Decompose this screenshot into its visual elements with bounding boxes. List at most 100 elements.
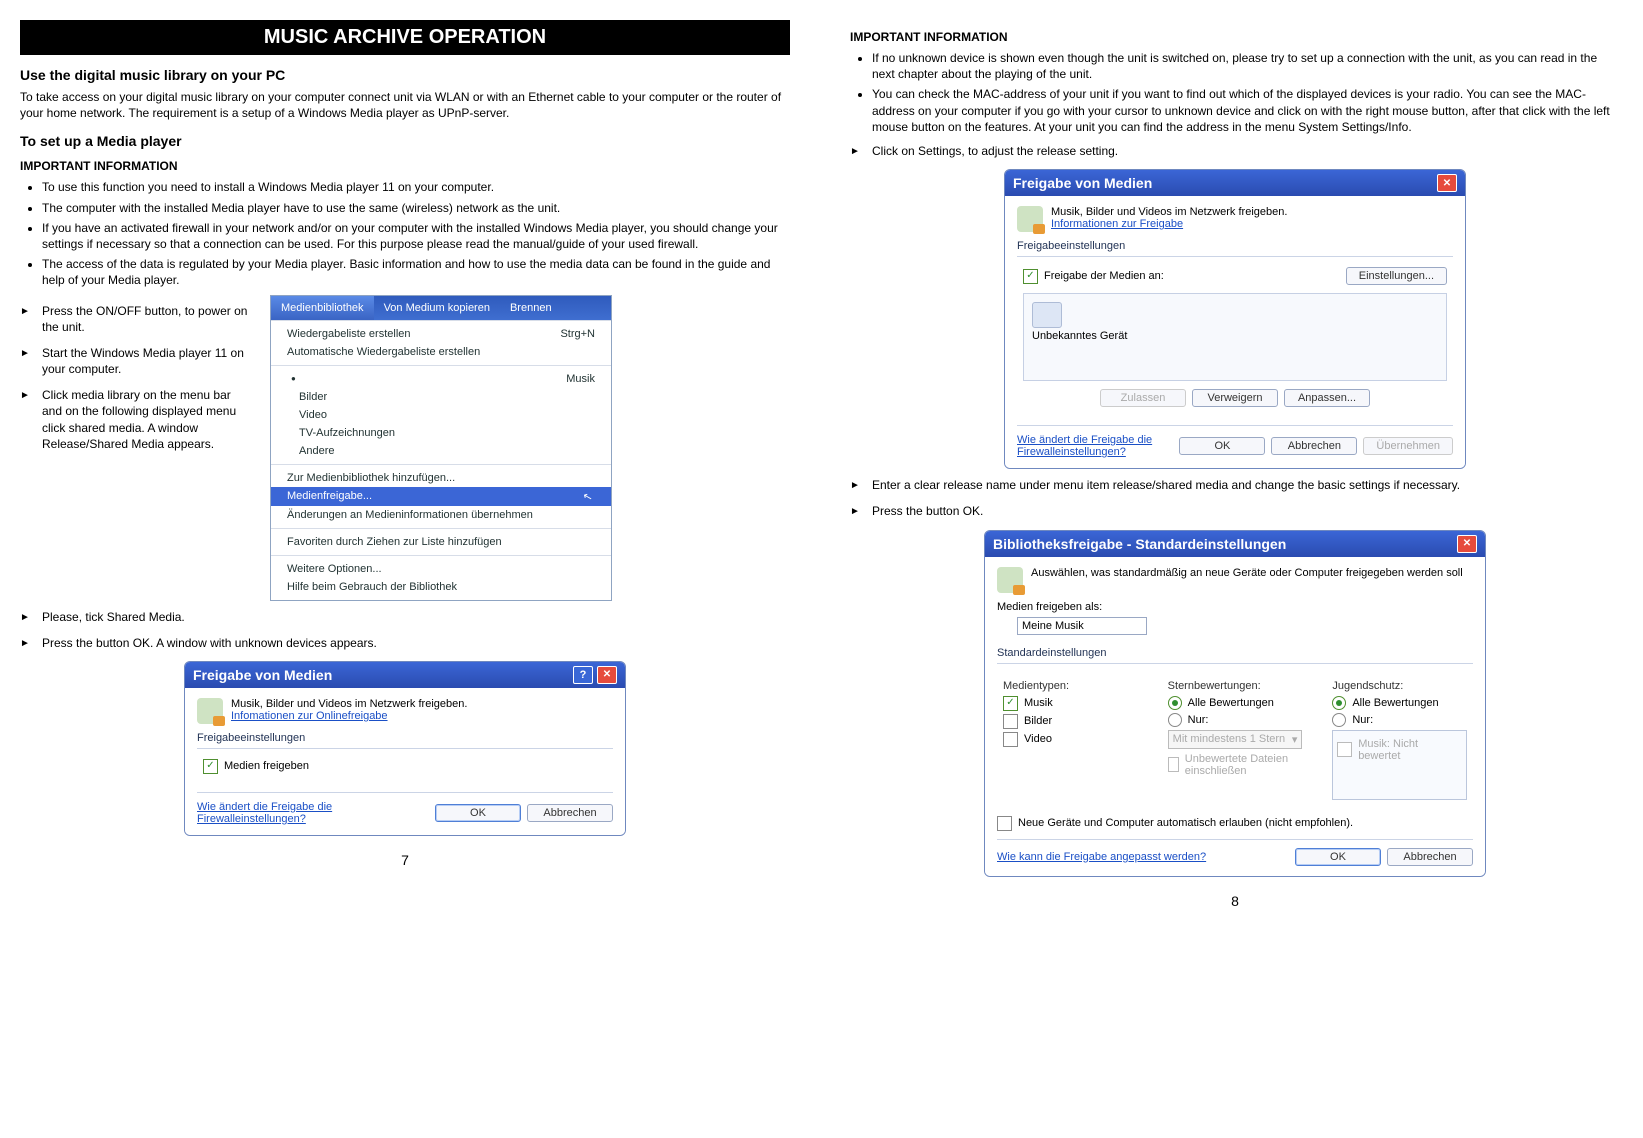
menu-item[interactable]: Hilfe beim Gebrauch der Bibliothek xyxy=(271,578,611,596)
info-item: If no unknown device is shown even thoug… xyxy=(872,50,1620,82)
ok-button[interactable]: OK xyxy=(435,804,521,822)
info-item: The computer with the installed Media pl… xyxy=(42,200,790,216)
opt-label: Unbewertete Dateien einschließen xyxy=(1185,753,1303,777)
checkbox-label: Neue Geräte und Computer automatisch erl… xyxy=(1018,817,1353,829)
cancel-button[interactable]: Abbrechen xyxy=(527,804,613,822)
close-icon[interactable]: ✕ xyxy=(1437,174,1457,192)
checkbox-medien-freigeben[interactable]: ✓ xyxy=(203,759,218,774)
list-item-label: Musik: Nicht bewertet xyxy=(1358,738,1462,762)
opt-label: Bilder xyxy=(1024,715,1052,727)
opt-label: Alle Bewertungen xyxy=(1352,697,1438,709)
checkbox-video[interactable] xyxy=(1003,732,1018,747)
menu-item[interactable]: Zur Medienbibliothek hinzufügen... xyxy=(271,469,611,487)
cancel-button[interactable]: Abbrechen xyxy=(1387,848,1473,866)
opt-label: Alle Bewertungen xyxy=(1188,697,1274,709)
library-name-input[interactable]: Meine Musik xyxy=(1017,617,1147,635)
radio-all-ratings[interactable] xyxy=(1168,696,1182,710)
menu-item[interactable]: Musik xyxy=(271,370,611,388)
menu-item[interactable]: Weitere Optionen... xyxy=(271,560,611,578)
menu-item-selected[interactable]: Medienfreigabe... ↖ xyxy=(271,487,611,506)
ok-button[interactable]: OK xyxy=(1295,848,1381,866)
important-info-list: To use this function you need to install… xyxy=(20,179,790,288)
wmp-tab[interactable]: Von Medium kopieren xyxy=(374,296,500,320)
customize-button[interactable]: Anpassen... xyxy=(1284,389,1370,407)
label-freigeben-als: Medien freigeben als: xyxy=(997,601,1473,613)
important-info-heading: IMPORTANT INFORMATION xyxy=(20,159,790,173)
firewall-link[interactable]: Wie ändert die Freigabe die Firewalleins… xyxy=(1017,434,1167,458)
wmp-tab[interactable]: Medienbibliothek xyxy=(271,296,374,320)
col-heading: Jugendschutz: xyxy=(1332,680,1467,692)
col-heading: Medientypen: xyxy=(1003,680,1138,692)
group-label: Standardeinstellungen xyxy=(997,647,1473,659)
step-item: Press the button OK. xyxy=(850,503,1620,519)
radio-only-parental[interactable] xyxy=(1332,713,1346,727)
menu-item-label: Automatische Wiedergabeliste erstellen xyxy=(287,346,480,358)
steps-list-left-2: Please, tick Shared Media. Press the but… xyxy=(20,609,790,651)
allow-button[interactable]: Zulassen xyxy=(1100,389,1186,407)
rating-select[interactable]: Mit mindestens 1 Stern ▾ xyxy=(1168,730,1303,749)
checkbox-unrated[interactable] xyxy=(1168,757,1179,772)
checkbox-auto-allow[interactable] xyxy=(997,816,1012,831)
dialog-link[interactable]: Informationen zur Freigabe xyxy=(1051,218,1287,230)
customize-link[interactable]: Wie kann die Freigabe angepasst werden? xyxy=(997,851,1206,863)
parental-listbox[interactable]: Musik: Nicht bewertet xyxy=(1332,730,1467,800)
menu-item[interactable]: Änderungen an Medieninformationen überne… xyxy=(271,506,611,524)
info-item: If you have an activated firewall in you… xyxy=(42,220,790,252)
chevron-down-icon: ▾ xyxy=(1292,733,1298,746)
opt-label: Video xyxy=(1024,733,1052,745)
menu-item[interactable]: Andere xyxy=(271,442,611,460)
wmp-menu-screenshot: Medienbibliothek Von Medium kopieren Bre… xyxy=(270,295,612,601)
menu-item[interactable]: Video xyxy=(271,406,611,424)
steps-list-right-2: Enter a clear release name under menu it… xyxy=(850,477,1620,519)
opt-label: Nur: xyxy=(1352,714,1373,726)
steps-list-left-1: Press the ON/OFF button, to power on the… xyxy=(20,303,250,463)
checkbox-label: Medien freigeben xyxy=(224,760,309,772)
dialog-freigabe-1: Freigabe von Medien ? ✕ Musik, Bilder un… xyxy=(184,661,626,836)
info-item: The access of the data is regulated by y… xyxy=(42,256,790,288)
device-icon xyxy=(1032,302,1062,328)
dialog-title: Bibliotheksfreigabe - Standardeinstellun… xyxy=(993,536,1286,552)
apply-button[interactable]: Übernehmen xyxy=(1363,437,1453,455)
close-icon[interactable]: ✕ xyxy=(1457,535,1477,553)
dialog-link[interactable]: Infomationen zur Onlinefreigabe xyxy=(231,710,467,722)
media-icon xyxy=(997,567,1023,593)
step-item: Click media library on the menu bar and … xyxy=(20,387,250,452)
cancel-button[interactable]: Abbrechen xyxy=(1271,437,1357,455)
intro-paragraph: To take access on your digital music lib… xyxy=(20,89,790,121)
ok-button[interactable]: OK xyxy=(1179,437,1265,455)
radio-only[interactable] xyxy=(1168,713,1182,727)
page-number: 7 xyxy=(20,852,790,868)
device-list[interactable]: Unbekanntes Gerät xyxy=(1023,293,1447,381)
step-item: Press the button OK. A window with unkno… xyxy=(20,635,790,651)
checkbox-musik[interactable]: ✓ xyxy=(1003,696,1018,711)
menu-item[interactable]: Wiedergabeliste erstellen Strg+N xyxy=(271,325,611,343)
menu-item[interactable]: TV-Aufzeichnungen xyxy=(271,424,611,442)
opt-label: Musik xyxy=(1024,697,1053,709)
step-item: Please, tick Shared Media. xyxy=(20,609,790,625)
important-info-heading: IMPORTANT INFORMATION xyxy=(850,30,1620,44)
firewall-link[interactable]: Wie ändert die Freigabe die Firewalleins… xyxy=(197,801,423,825)
step-item: Press the ON/OFF button, to power on the… xyxy=(20,303,250,335)
step-item: Start the Windows Media player 11 on you… xyxy=(20,345,250,377)
opt-label: Nur: xyxy=(1188,714,1209,726)
select-value: Mit mindestens 1 Stern xyxy=(1173,733,1286,745)
deny-button[interactable]: Verweigern xyxy=(1192,389,1278,407)
close-icon[interactable]: ✕ xyxy=(597,666,617,684)
important-info-list: If no unknown device is shown even thoug… xyxy=(850,50,1620,135)
menu-item-label: Wiedergabeliste erstellen xyxy=(287,328,411,340)
menu-item-label: Medienfreigabe... xyxy=(287,490,372,502)
settings-button[interactable]: Einstellungen... xyxy=(1346,267,1447,285)
menu-item[interactable]: Automatische Wiedergabeliste erstellen xyxy=(271,343,611,361)
wmp-tab[interactable]: Brennen xyxy=(500,296,562,320)
group-label: Freigabeeinstellungen xyxy=(197,732,613,744)
steps-list-right-1: Click on Settings, to adjust the release… xyxy=(850,143,1620,159)
checkbox-freigabe-an[interactable]: ✓ xyxy=(1023,269,1038,284)
step-item: Enter a clear release name under menu it… xyxy=(850,477,1620,493)
menu-item[interactable]: Favoriten durch Ziehen zur Liste hinzufü… xyxy=(271,533,611,551)
step-item: Click on Settings, to adjust the release… xyxy=(850,143,1620,159)
checkbox-list-item xyxy=(1337,742,1352,757)
checkbox-bilder[interactable] xyxy=(1003,714,1018,729)
help-icon[interactable]: ? xyxy=(573,666,593,684)
radio-all-ratings-parental[interactable] xyxy=(1332,696,1346,710)
menu-item[interactable]: Bilder xyxy=(271,388,611,406)
